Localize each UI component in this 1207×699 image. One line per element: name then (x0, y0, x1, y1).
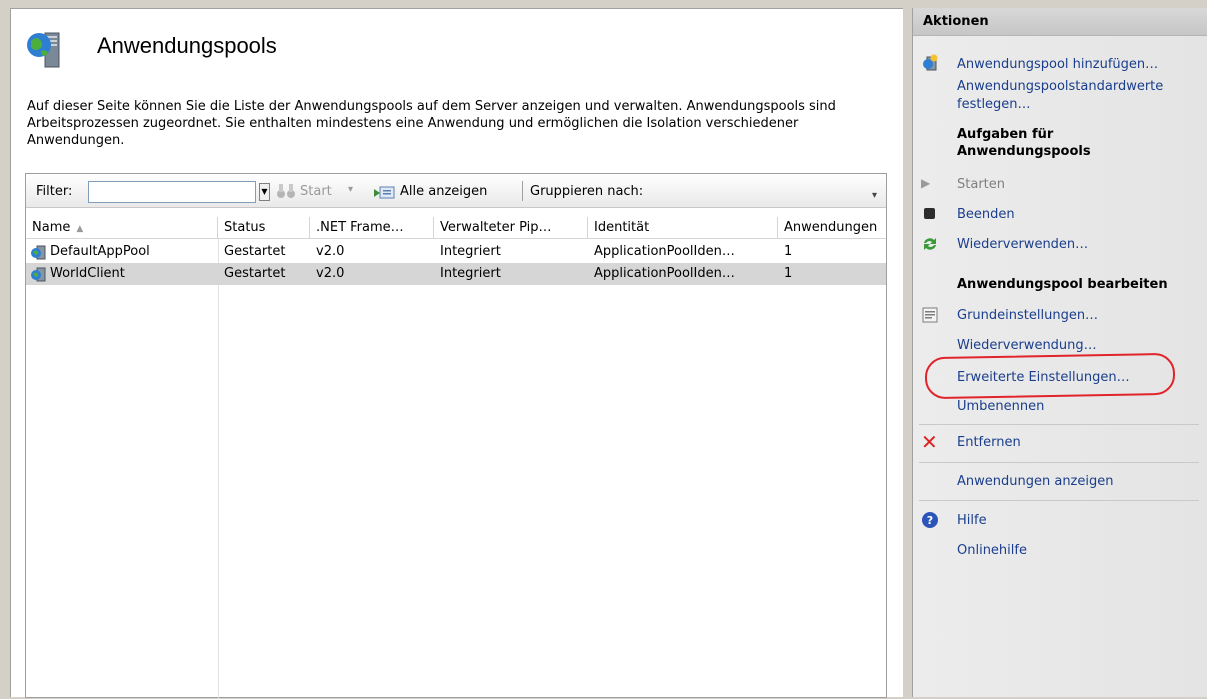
pool-status: Gestartet (224, 244, 286, 259)
actions-divider (919, 462, 1199, 463)
help-icon: ? (922, 512, 938, 528)
basic-settings-icon (922, 307, 938, 323)
pool-applications: 1 (784, 266, 793, 281)
stop-icon (924, 208, 935, 219)
column-header-status[interactable]: Status (218, 217, 310, 239)
group-by-button[interactable]: Gruppieren nach: (530, 184, 643, 199)
table-body: DefaultAppPool Gestartet v2.0 Integriert… (26, 241, 886, 285)
pool-net-version: v2.0 (316, 266, 345, 281)
help-link[interactable]: Hilfe (957, 513, 987, 528)
column-header-name[interactable]: Name ▲ (26, 217, 218, 239)
actions-pane: Aktionen Anwendungspool hinzufügen… Anwe… (912, 8, 1207, 697)
name-column-divider (218, 239, 219, 699)
pool-name: WorldClient (50, 266, 125, 281)
filter-toolbar: Filter: ▼ Start ▾ Alle anzeigen Gruppier… (26, 174, 886, 208)
column-headers: Name ▲ Status .NET Frame… Verwalteter Pip… (26, 217, 886, 239)
view-applications-link[interactable]: Anwendungen anzeigen (957, 474, 1113, 489)
actions-divider (919, 424, 1199, 425)
column-header-pipeline[interactable]: Verwalteter Pip… (434, 217, 588, 239)
show-all-button[interactable]: Alle anzeigen (400, 184, 487, 199)
toolbar-separator (522, 181, 523, 201)
page-title: Anwendungspools (97, 33, 277, 58)
actions-divider (919, 500, 1199, 501)
recycle-link[interactable]: Wiederverwenden… (957, 237, 1088, 252)
basic-settings-link[interactable]: Grundeinstellungen… (957, 308, 1098, 323)
online-help-link[interactable]: Onlinehilfe (957, 543, 1027, 558)
column-header-identity[interactable]: Identität (588, 217, 778, 239)
binoculars-icon (277, 184, 295, 198)
tasks-section-header: Aufgaben für Anwendungspools (957, 127, 1091, 159)
main-pane: Anwendungspools Auf dieser Seite können … (10, 8, 903, 699)
start-link[interactable]: Starten (957, 177, 1005, 192)
pool-net-version: v2.0 (316, 244, 345, 259)
remove-link[interactable]: Entfernen (957, 435, 1021, 450)
sort-ascending-icon: ▲ (76, 224, 84, 234)
add-pool-link[interactable]: Anwendungspool hinzufügen… (957, 57, 1158, 72)
pool-pipeline: Integriert (440, 266, 501, 281)
recycling-link[interactable]: Wiederverwendung… (957, 338, 1097, 353)
start-filter-button[interactable]: Start (300, 184, 332, 199)
edit-section-header: Anwendungspool bearbeiten (957, 277, 1168, 292)
pool-status: Gestartet (224, 266, 286, 281)
svg-text:?: ? (927, 514, 933, 527)
pool-identity: ApplicationPoolIden… (594, 266, 735, 281)
set-defaults-link[interactable]: Anwendungspoolstandardwerte (957, 79, 1163, 94)
pool-applications: 1 (784, 244, 793, 259)
filter-input[interactable] (88, 181, 256, 203)
add-pool-icon (923, 54, 938, 71)
stop-link[interactable]: Beenden (957, 207, 1015, 222)
set-defaults-link-cont[interactable]: festlegen… (957, 97, 1031, 112)
app-pool-icon (31, 267, 46, 282)
actions-header: Aktionen (913, 8, 1207, 36)
play-icon: ▶ (921, 176, 931, 190)
column-header-applications[interactable]: Anwendungen (778, 217, 886, 239)
filter-label: Filter: (36, 184, 73, 199)
recycle-icon (924, 238, 936, 250)
delete-icon: ✕ (921, 430, 938, 454)
pool-name: DefaultAppPool (50, 244, 150, 259)
table-row[interactable]: DefaultAppPool Gestartet v2.0 Integriert… (26, 241, 886, 263)
annotation-highlight-ring (924, 352, 1176, 400)
start-dropdown-arrow[interactable]: ▾ (348, 184, 353, 195)
rename-link[interactable]: Umbenennen (957, 399, 1044, 414)
column-header-net-framework[interactable]: .NET Frame… (310, 217, 434, 239)
show-all-icon (374, 186, 395, 199)
page-description: Auf dieser Seite können Sie die Liste de… (27, 99, 836, 148)
app-pool-icon (31, 245, 46, 260)
pool-pipeline: Integriert (440, 244, 501, 259)
toolbar-overflow-icon[interactable]: ▾ (872, 190, 877, 201)
iis-manager-window: Anwendungspools Auf dieser Seite können … (0, 0, 1207, 699)
filter-dropdown-button[interactable]: ▼ (259, 183, 270, 201)
pool-identity: ApplicationPoolIden… (594, 244, 735, 259)
app-pools-list: Filter: ▼ Start ▾ Alle anzeigen Gruppier… (25, 173, 887, 699)
app-pools-icon (27, 32, 60, 68)
table-row[interactable]: WorldClient Gestartet v2.0 Integriert Ap… (26, 263, 886, 285)
